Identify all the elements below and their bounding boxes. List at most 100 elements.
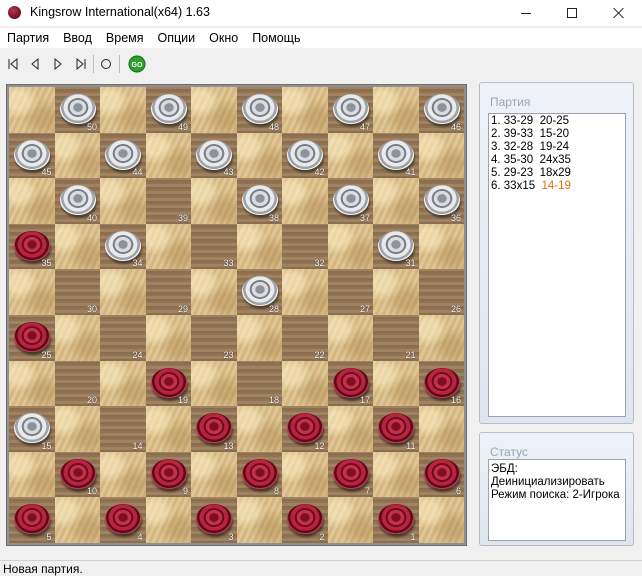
red-piece[interactable]: [150, 458, 187, 489]
red-piece[interactable]: [14, 504, 50, 535]
board-square[interactable]: 6: [418, 451, 464, 498]
board-square[interactable]: 37: [327, 178, 373, 224]
red-piece[interactable]: [287, 504, 323, 535]
menu-options[interactable]: Опции: [151, 28, 203, 48]
move-line[interactable]: 5. 29-23 18x29: [491, 167, 623, 180]
white-piece[interactable]: [378, 139, 414, 170]
white-piece[interactable]: [150, 94, 187, 124]
board-square[interactable]: 4: [100, 497, 146, 543]
red-piece[interactable]: [423, 458, 460, 489]
board-square[interactable]: 41: [373, 132, 419, 179]
red-piece[interactable]: [59, 458, 96, 489]
board-square[interactable]: 2: [282, 497, 328, 543]
white-piece[interactable]: [241, 185, 278, 216]
red-piece[interactable]: [105, 504, 141, 535]
board-square[interactable]: 50: [54, 87, 100, 133]
board-square[interactable]: 1: [373, 497, 419, 543]
close-button[interactable]: [596, 0, 642, 26]
last-move-button[interactable]: [71, 54, 91, 74]
board-square[interactable]: 39: [145, 178, 191, 224]
board-square[interactable]: 28: [236, 269, 282, 315]
red-piece[interactable]: [423, 367, 460, 398]
checkers-board[interactable]: 50 49 48 47 46 45 44 43 42 41 40 39 38 37 36 35 34 33 32 31…: [9, 87, 464, 543]
menu-window[interactable]: Окно: [202, 28, 245, 48]
board-square[interactable]: 16: [418, 360, 464, 407]
board-square[interactable]: 29: [145, 269, 191, 315]
board-square[interactable]: 40: [54, 178, 100, 224]
menu-help[interactable]: Помощь: [245, 28, 307, 48]
board-square[interactable]: 14: [100, 406, 146, 452]
board-square[interactable]: 31: [373, 223, 419, 270]
red-piece[interactable]: [14, 321, 50, 352]
menu-game[interactable]: Партия: [0, 28, 56, 48]
red-piece[interactable]: [378, 504, 414, 535]
board-square[interactable]: 7: [327, 451, 373, 498]
white-piece[interactable]: [105, 139, 141, 170]
move-list[interactable]: 1. 33-29 20-25 2. 39-33 15-20 3. 32-28 19-…: [488, 113, 626, 417]
board-square[interactable]: 27: [327, 269, 373, 315]
move-line[interactable]: 1. 33-29 20-25: [491, 115, 623, 128]
board-square[interactable]: 36: [418, 178, 464, 224]
board-square[interactable]: 10: [54, 451, 100, 498]
red-piece[interactable]: [150, 367, 187, 398]
board-square[interactable]: 47: [327, 87, 373, 133]
board-square[interactable]: 19: [145, 360, 191, 407]
board-square[interactable]: 3: [191, 497, 237, 543]
menu-time[interactable]: Время: [99, 28, 151, 48]
board-square[interactable]: 34: [100, 223, 146, 270]
board-square[interactable]: 13: [191, 406, 237, 452]
board-square[interactable]: 8: [236, 451, 282, 498]
stop-button[interactable]: [96, 54, 116, 74]
white-piece[interactable]: [332, 94, 369, 124]
red-piece[interactable]: [196, 413, 232, 444]
move-line[interactable]: 2. 39-33 15-20: [491, 128, 623, 141]
prev-move-button[interactable]: [25, 54, 45, 74]
white-piece[interactable]: [241, 94, 278, 124]
board-square[interactable]: 17: [327, 360, 373, 407]
board-square[interactable]: 33: [191, 223, 237, 270]
board-square[interactable]: 42: [282, 132, 328, 179]
board-square[interactable]: 48: [236, 87, 282, 133]
board-square[interactable]: 23: [191, 314, 237, 361]
board-square[interactable]: 24: [100, 314, 146, 361]
maximize-button[interactable]: [549, 0, 595, 26]
white-piece[interactable]: [287, 139, 323, 170]
next-move-button[interactable]: [48, 54, 68, 74]
white-piece[interactable]: [378, 230, 414, 261]
first-move-button[interactable]: [3, 54, 23, 74]
move-line[interactable]: 3. 32-28 19-24: [491, 141, 623, 154]
board-square[interactable]: 21: [373, 314, 419, 361]
board-square[interactable]: 45: [9, 132, 55, 179]
board-square[interactable]: 12: [282, 406, 328, 452]
white-piece[interactable]: [105, 230, 141, 261]
move-line[interactable]: 4. 35-30 24x35: [491, 154, 623, 167]
board-square[interactable]: 44: [100, 132, 146, 179]
board-square[interactable]: 22: [282, 314, 328, 361]
white-piece[interactable]: [59, 185, 96, 216]
white-piece[interactable]: [196, 139, 232, 170]
red-piece[interactable]: [287, 413, 323, 444]
white-piece[interactable]: [59, 94, 96, 124]
board-square[interactable]: 30: [54, 269, 100, 315]
red-piece[interactable]: [332, 367, 369, 398]
white-piece[interactable]: [14, 139, 50, 170]
board-square[interactable]: 25: [9, 314, 55, 361]
red-piece[interactable]: [196, 504, 232, 535]
red-piece[interactable]: [241, 458, 278, 489]
board-square[interactable]: 18: [236, 360, 282, 407]
board-square[interactable]: 20: [54, 360, 100, 407]
board-square[interactable]: 46: [418, 87, 464, 133]
board-square[interactable]: 9: [145, 451, 191, 498]
white-piece[interactable]: [423, 185, 460, 216]
white-piece[interactable]: [423, 94, 460, 124]
board-square[interactable]: 43: [191, 132, 237, 179]
board-square[interactable]: 38: [236, 178, 282, 224]
white-piece[interactable]: [14, 413, 50, 444]
white-piece[interactable]: [332, 185, 369, 216]
board-square[interactable]: 11: [373, 406, 419, 452]
move-line[interactable]: 6. 33x15 14-19: [491, 180, 623, 193]
white-piece[interactable]: [241, 276, 278, 307]
board-square[interactable]: 26: [418, 269, 464, 315]
red-piece[interactable]: [332, 458, 369, 489]
red-piece[interactable]: [378, 413, 414, 444]
